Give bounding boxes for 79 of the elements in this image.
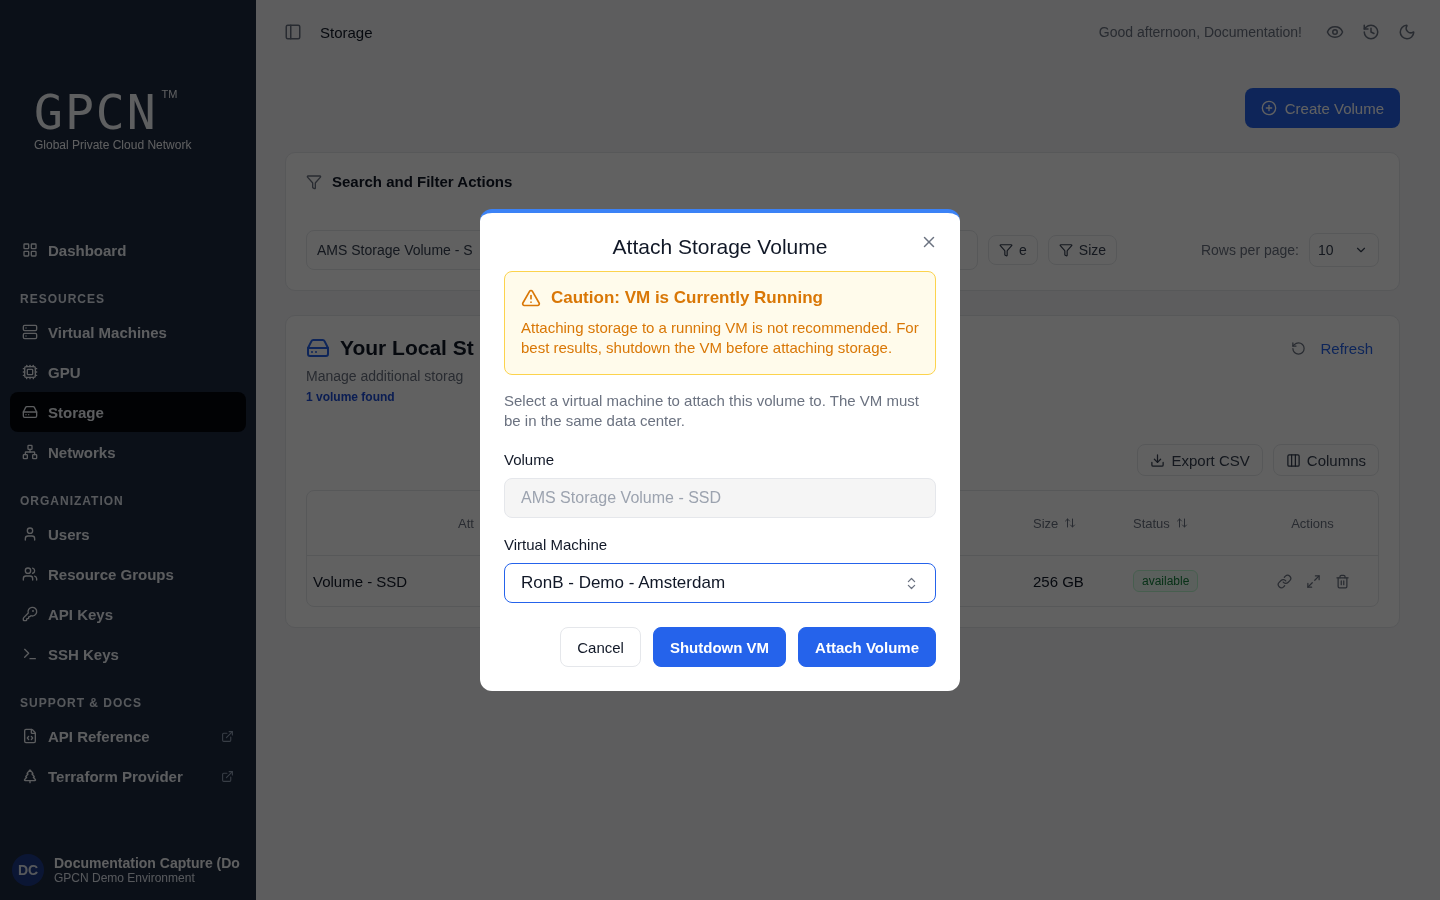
primary-button[interactable]: Shutdown VM	[652, 627, 787, 667]
expand-icon[interactable]	[1306, 573, 1321, 589]
dialog-title: Attach Storage Volume	[611, 235, 829, 259]
column-header: Actions	[1247, 491, 1378, 556]
create-volume-button[interactable]: Create Volume	[1244, 88, 1400, 128]
drive-icon	[306, 336, 330, 360]
trademark: TM	[161, 88, 178, 100]
vm-select[interactable]: RonB - Demo - Amsterdam	[504, 563, 936, 603]
server-icon	[22, 324, 38, 340]
nav-item[interactable]: API Reference	[10, 716, 246, 756]
filter-icon	[999, 243, 1013, 257]
primary-button[interactable]: Attach Volume	[798, 627, 936, 667]
field-label: Virtual Machine	[504, 536, 609, 553]
nav-item[interactable]: Dashboard	[10, 230, 246, 270]
history-icon[interactable]	[1362, 23, 1380, 41]
nav-item[interactable]: GPU	[10, 352, 246, 392]
file-code-icon	[22, 728, 38, 744]
user-name: Documentation Capture (Do	[54, 855, 240, 871]
logo-tagline: Global Private Cloud Network	[34, 138, 193, 152]
trash-icon[interactable]	[1335, 573, 1350, 589]
terminal-icon	[22, 646, 38, 662]
rows-label: Rows per page:	[1200, 242, 1299, 258]
user-icon	[22, 526, 38, 542]
warning-icon	[521, 288, 541, 308]
nav-item[interactable]: API Keys	[10, 594, 246, 634]
column-header[interactable]: Status	[1117, 491, 1247, 556]
user-avatar[interactable]: DC	[12, 854, 44, 886]
refresh-icon	[1291, 340, 1307, 356]
users-icon	[22, 566, 38, 582]
moon-icon[interactable]	[1398, 23, 1416, 41]
filter-icon	[1058, 243, 1073, 257]
status-badge: available	[1133, 570, 1199, 592]
cancel-button[interactable]: Cancel	[560, 627, 641, 667]
alert-text: Attaching storage to a running VM is not recommended. For best results, shutdown the VM before attaching storage.	[521, 318, 919, 358]
logo-wordmark: GPCN	[34, 88, 158, 136]
filter-chip[interactable]: Size	[1047, 235, 1118, 265]
table-cell-text: Volume - SSD	[312, 571, 409, 592]
nav-item[interactable]: Storage	[10, 392, 246, 432]
column-header[interactable]: Size	[1017, 491, 1117, 556]
dashboard-icon	[22, 242, 38, 258]
tree-icon	[22, 768, 38, 784]
table-cell-text: 256 GB	[1032, 571, 1085, 592]
key-icon	[22, 606, 38, 622]
sort-icon	[1064, 517, 1077, 529]
user-subtitle: GPCN Demo Environment	[54, 871, 196, 885]
nav-item[interactable]: Resource Groups	[10, 554, 246, 594]
rows-select[interactable]: 10	[1309, 233, 1379, 267]
download-icon	[1150, 452, 1166, 468]
section-heading: RESOURCES	[19, 291, 106, 308]
nav-item[interactable]: Virtual Machines	[10, 312, 246, 352]
page-title: Storage	[320, 23, 373, 41]
volume-field[interactable]: AMS Storage Volume - SSD	[504, 478, 936, 518]
columns-button[interactable]: Columns	[1272, 444, 1379, 476]
nav-item[interactable]: Networks	[10, 432, 246, 472]
field-label: Volume	[504, 451, 556, 468]
section-heading: ORGANIZATION	[19, 493, 125, 510]
card-title: Search and Filter Actions	[332, 173, 513, 190]
nav-item[interactable]: Users	[10, 514, 246, 554]
refresh-button[interactable]: Refresh	[1285, 338, 1379, 358]
card-title: Your Local St	[340, 336, 474, 360]
export-button[interactable]: Export CSV	[1137, 444, 1263, 476]
nav-item[interactable]: Terraform Provider	[10, 756, 246, 796]
chip-icon	[22, 364, 38, 380]
section-heading: SUPPORT & DOCS	[19, 695, 143, 712]
volume-count: 1 volume found	[306, 390, 395, 404]
nav-item[interactable]: SSH Keys	[10, 634, 246, 674]
columns-icon	[1285, 452, 1301, 468]
dialog-description: Select a virtual machine to attach this volume to. The VM must be in the same data center.	[504, 391, 920, 431]
filter-icon	[306, 173, 322, 190]
sort-icon	[1175, 517, 1188, 529]
drive-icon	[22, 404, 38, 420]
card-subtitle: Manage additional storag	[306, 368, 464, 384]
eye-icon[interactable]	[1326, 23, 1344, 41]
alert-title: Caution: VM is Currently Running	[551, 288, 823, 308]
link-icon[interactable]	[1277, 573, 1292, 589]
network-icon	[22, 444, 38, 460]
filter-chip[interactable]: e	[988, 235, 1038, 265]
plus-icon	[1260, 100, 1277, 116]
sidebar-toggle-icon[interactable]	[284, 23, 302, 41]
